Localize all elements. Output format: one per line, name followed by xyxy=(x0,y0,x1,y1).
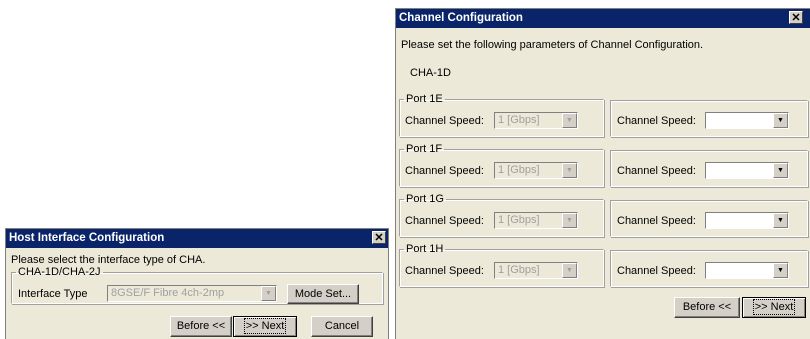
chevron-down-icon[interactable]: ▼ xyxy=(773,113,788,128)
port-label: Port 1G xyxy=(406,193,444,205)
port-label: Port 1F xyxy=(406,143,443,155)
channel-speed-select[interactable]: ▼ xyxy=(705,262,789,279)
channel-speed-select[interactable]: ▼ xyxy=(705,112,789,129)
chevron-down-icon[interactable]: ▼ xyxy=(562,213,577,228)
channel-speed-select[interactable]: 1 [Gbps] ▼ xyxy=(494,112,578,129)
chevron-down-icon[interactable]: ▼ xyxy=(562,263,577,278)
host-instruction: Please select the interface type of CHA. xyxy=(11,254,206,266)
channel-speed-label: Channel Speed: xyxy=(617,215,696,227)
channel-speed-select[interactable]: 1 [Gbps] ▼ xyxy=(494,262,578,279)
host-cancel-button[interactable]: Cancel xyxy=(311,316,373,337)
channel-speed-label: Channel Speed: xyxy=(617,265,696,277)
host-dialog-title: Host Interface Configuration xyxy=(9,232,165,244)
channel-speed-label: Channel Speed: xyxy=(405,115,484,127)
chevron-down-icon[interactable]: ▼ xyxy=(562,113,577,128)
interface-type-label: Interface Type xyxy=(18,288,88,300)
interface-type-select[interactable]: 8GSE/F Fibre 4ch-2mp ▼ xyxy=(107,285,277,302)
chevron-down-icon[interactable]: ▼ xyxy=(773,263,788,278)
channel-dialog-title: Channel Configuration xyxy=(399,12,523,24)
close-icon[interactable]: ✕ xyxy=(372,231,386,244)
port-label: Port 1H xyxy=(406,243,444,255)
host-before-button[interactable]: Before << xyxy=(170,316,232,337)
chevron-down-icon[interactable]: ▼ xyxy=(773,163,788,178)
cha-group-label: CHA-1D/CHA-2J xyxy=(18,266,101,278)
channel-instruction: Please set the following parameters of C… xyxy=(401,39,704,51)
chevron-down-icon[interactable]: ▼ xyxy=(261,286,276,301)
channel-speed-label: Channel Speed: xyxy=(405,215,484,227)
host-interface-dialog: Host Interface Configuration ✕ Please se… xyxy=(5,228,389,339)
cha-label: CHA-1D xyxy=(410,67,451,79)
channel-speed-select[interactable]: ▼ xyxy=(705,162,789,179)
channel-speed-label: Channel Speed: xyxy=(405,265,484,277)
channel-speed-select[interactable]: 1 [Gbps] ▼ xyxy=(494,212,578,229)
channel-before-button[interactable]: Before << xyxy=(674,297,740,318)
chevron-down-icon[interactable]: ▼ xyxy=(773,213,788,228)
interface-type-value: 8GSE/F Fibre 4ch-2mp xyxy=(111,287,225,299)
port-label: Port 1E xyxy=(406,93,443,105)
channel-speed-select[interactable]: 1 [Gbps] ▼ xyxy=(494,162,578,179)
channel-speed-label: Channel Speed: xyxy=(405,165,484,177)
channel-speed-select[interactable]: ▼ xyxy=(705,212,789,229)
host-next-button[interactable]: >> Next xyxy=(233,316,297,337)
host-dialog-titlebar[interactable]: Host Interface Configuration ✕ xyxy=(6,229,388,248)
close-icon[interactable]: ✕ xyxy=(789,11,803,24)
channel-speed-label: Channel Speed: xyxy=(617,115,696,127)
channel-next-button[interactable]: >> Next xyxy=(742,297,806,318)
channel-dialog-titlebar[interactable]: Channel Configuration ✕ xyxy=(396,9,810,28)
mode-set-button[interactable]: Mode Set... xyxy=(287,284,359,304)
channel-speed-label: Channel Speed: xyxy=(617,165,696,177)
chevron-down-icon[interactable]: ▼ xyxy=(562,163,577,178)
channel-config-dialog: Channel Configuration ✕ Please set the f… xyxy=(395,8,810,339)
